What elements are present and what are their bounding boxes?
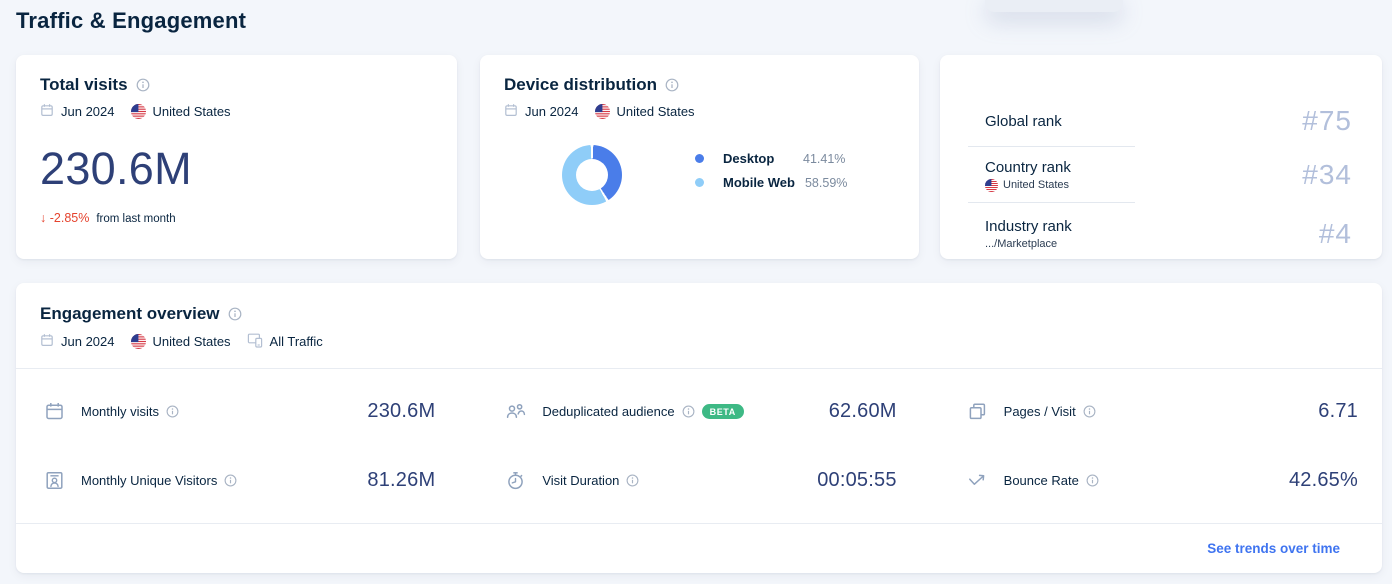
us-flag-icon bbox=[594, 104, 610, 119]
country-rank-sub: United States bbox=[1003, 179, 1070, 191]
pages-icon bbox=[967, 401, 988, 422]
total-visits-card: Total visits Jun 2024 United States 230.… bbox=[16, 55, 457, 259]
top-edge-element bbox=[985, 0, 1123, 12]
metric-pages-per-visit: Pages / Visit 6.71 bbox=[967, 377, 1358, 446]
metric-value: 00:05:55 bbox=[817, 469, 897, 491]
change-percent: ↓ -2.85% bbox=[40, 211, 90, 225]
metric-label: Monthly Unique Visitors bbox=[81, 473, 218, 488]
country-rank-value: #34 bbox=[1302, 159, 1352, 190]
bounce-arrow-icon bbox=[967, 470, 988, 491]
global-rank-value: #75 bbox=[1302, 105, 1352, 136]
country-label: United States bbox=[152, 334, 231, 349]
stopwatch-icon bbox=[505, 470, 526, 491]
device-distribution-donut bbox=[562, 145, 622, 205]
metric-value: 81.26M bbox=[367, 469, 436, 491]
info-icon[interactable] bbox=[1083, 405, 1096, 418]
calendar-icon bbox=[44, 401, 65, 422]
info-icon[interactable] bbox=[1086, 474, 1099, 487]
unique-visitor-icon bbox=[44, 470, 65, 491]
us-flag-icon bbox=[130, 104, 146, 119]
metric-bounce-rate: Bounce Rate 42.65% bbox=[967, 446, 1358, 515]
info-icon[interactable] bbox=[136, 78, 150, 92]
engagement-overview-card: Engagement overview Jun 2024 United Stat… bbox=[16, 283, 1382, 573]
legend-label: Mobile Web bbox=[723, 175, 795, 190]
device-distribution-card: Device distribution Jun 2024 United Stat… bbox=[480, 55, 919, 259]
legend-value: 41.41% bbox=[803, 151, 846, 166]
country-label: United States bbox=[616, 104, 695, 119]
info-icon[interactable] bbox=[166, 405, 179, 418]
metric-value: 42.65% bbox=[1288, 469, 1358, 491]
date-label: Jun 2024 bbox=[61, 334, 115, 349]
metric-visit-duration: Visit Duration 00:05:55 bbox=[505, 446, 896, 515]
us-flag-icon bbox=[130, 334, 146, 349]
date-label: Jun 2024 bbox=[61, 104, 115, 119]
total-visits-value: 230.6M bbox=[40, 143, 192, 194]
audience-icon bbox=[505, 401, 526, 422]
metric-label: Deduplicated audience bbox=[542, 404, 675, 419]
industry-rank-row: Industry rank .../Marketplace #4 bbox=[968, 203, 1352, 265]
date-label: Jun 2024 bbox=[525, 104, 579, 119]
ranks-card: Global rank #75 Country rank United Stat… bbox=[940, 55, 1382, 259]
desktop-dot-icon bbox=[695, 154, 704, 163]
all-traffic-icon bbox=[247, 332, 263, 351]
info-icon[interactable] bbox=[228, 307, 242, 321]
metric-label: Pages / Visit bbox=[1003, 404, 1076, 419]
traffic-engagement-dashboard: Traffic & Engagement Total visits Jun 20… bbox=[0, 0, 1392, 584]
engagement-overview-title: Engagement overview bbox=[40, 304, 220, 323]
industry-rank-value: #4 bbox=[1318, 218, 1352, 249]
total-visits-title: Total visits bbox=[40, 75, 128, 94]
metric-label: Visit Duration bbox=[542, 473, 620, 488]
info-icon[interactable] bbox=[626, 474, 639, 487]
info-icon[interactable] bbox=[665, 78, 679, 92]
us-flag-icon bbox=[985, 178, 998, 192]
calendar-icon bbox=[504, 103, 518, 120]
mobile-web-dot-icon bbox=[695, 178, 704, 187]
metric-label: Bounce Rate bbox=[1003, 473, 1079, 488]
device-distribution-title: Device distribution bbox=[504, 75, 658, 94]
calendar-icon bbox=[40, 103, 54, 120]
metric-label: Monthly visits bbox=[81, 404, 160, 419]
traffic-label: All Traffic bbox=[269, 334, 323, 349]
engagement-metrics: Monthly visits 230.6M Deduplicated audie… bbox=[16, 369, 1382, 515]
country-rank-label: Country rank bbox=[985, 158, 1071, 176]
metric-deduplicated-audience: Deduplicated audience BETA 62.60M bbox=[505, 377, 896, 446]
beta-badge: BETA bbox=[701, 404, 744, 419]
see-trends-link[interactable]: See trends over time bbox=[1207, 541, 1340, 556]
calendar-icon bbox=[40, 333, 54, 350]
metric-monthly-unique-visitors: Monthly Unique Visitors 81.26M bbox=[44, 446, 435, 515]
country-rank-row: Country rank United States #34 bbox=[968, 147, 1352, 203]
legend-value: 58.59% bbox=[804, 175, 848, 190]
metric-value: 62.60M bbox=[828, 400, 897, 422]
industry-rank-sub: .../Marketplace bbox=[985, 238, 1058, 250]
industry-rank-label: Industry rank bbox=[985, 218, 1072, 235]
device-distribution-legend: Desktop 41.41% Mobile Web 58.59% bbox=[695, 151, 847, 190]
metric-monthly-visits: Monthly visits 230.6M bbox=[44, 377, 435, 446]
down-arrow-icon: ↓ bbox=[40, 211, 50, 225]
legend-item-mobile-web: Mobile Web 58.59% bbox=[695, 175, 847, 190]
page-title: Traffic & Engagement bbox=[16, 8, 247, 33]
country-label: United States bbox=[152, 104, 231, 119]
metric-value: 230.6M bbox=[367, 400, 436, 422]
legend-label: Desktop bbox=[723, 151, 775, 166]
metric-value: 6.71 bbox=[1318, 400, 1358, 422]
info-icon[interactable] bbox=[224, 474, 237, 487]
change-note: from last month bbox=[96, 213, 176, 225]
global-rank-label: Global rank bbox=[985, 112, 1062, 130]
global-rank-row: Global rank #75 bbox=[968, 95, 1352, 147]
info-icon[interactable] bbox=[682, 405, 695, 418]
legend-item-desktop: Desktop 41.41% bbox=[695, 151, 847, 166]
